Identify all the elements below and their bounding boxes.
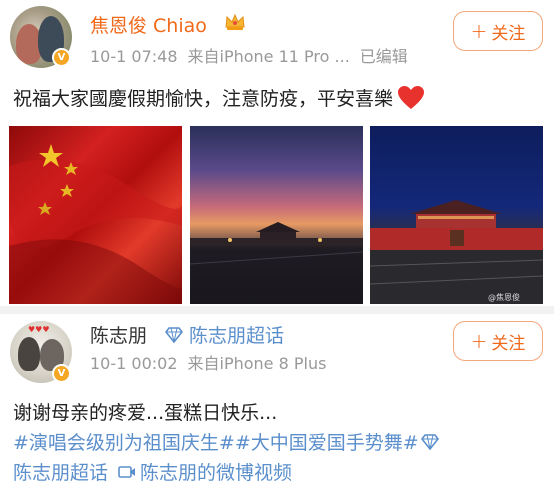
hashtag-links[interactable]: #演唱会级别为祖国庆生##大中国爱国手势舞#: [13, 428, 419, 455]
crown-icon: [225, 13, 245, 30]
verified-badge-icon: V: [52, 48, 71, 67]
post-meta: 10-1 00:02 来自iPhone 8 Plus: [90, 350, 336, 374]
post-meta: 10-1 07:48 来自iPhone 11 Pro ... 已编辑: [90, 43, 418, 67]
tiananmen-night-image[interactable]: @焦恩俊: [370, 126, 543, 304]
red-heart-icon: [398, 85, 425, 109]
post-text: 祝福大家國慶假期愉快，注意防疫，平安喜樂: [13, 84, 425, 111]
hashtag-line: #演唱会级别为祖国庆生##大中国爱国手势舞#: [13, 428, 439, 455]
follow-button[interactable]: + 关注: [453, 321, 543, 361]
video-icon: [118, 465, 136, 478]
post-source: 来自iPhone 8 Plus: [187, 354, 327, 373]
supertopic-label: 陈志朋超话: [189, 325, 285, 347]
author-name[interactable]: 焦恩俊 Chiao: [90, 11, 207, 38]
diamond-icon: [420, 433, 439, 450]
post-time: 10-1 00:02: [90, 354, 178, 373]
plus-icon: +: [470, 19, 488, 43]
follow-label: 关注: [491, 23, 526, 44]
edited-label: 已编辑: [359, 47, 408, 66]
post-text: 谢谢母亲的疼爱...蛋糕日快乐...: [13, 402, 278, 424]
post-divider: [0, 306, 554, 314]
author-name[interactable]: 陈志朋: [90, 321, 147, 348]
link-line: 陈志朋超话 陈志朋的微博视频: [13, 458, 292, 485]
plus-icon: +: [470, 329, 488, 353]
post-source: 来自iPhone 11 Pro ...: [187, 47, 350, 66]
post-text-content: 祝福大家國慶假期愉快，注意防疫，平安喜樂: [13, 88, 394, 110]
weibo-post-1: V 焦恩俊 Chiao 10-1 07:48 来自iPhone 11 Pro ..…: [0, 0, 554, 306]
video-link[interactable]: 陈志朋的微博视频: [140, 458, 292, 485]
verified-badge-icon: V: [52, 364, 71, 383]
supertopic-link-inline[interactable]: 陈志朋超话: [13, 458, 108, 485]
flag-image[interactable]: [9, 126, 182, 304]
sunset-tiananmen-image[interactable]: [190, 126, 363, 304]
post-time: 10-1 07:48: [90, 47, 178, 66]
weibo-post-2: ♥♥♥ V 陈志朋 陈志朋超话 10-1 00:02 来自iPhone 8 Plu…: [0, 314, 554, 491]
diamond-icon: [165, 326, 183, 343]
supertopic-link[interactable]: 陈志朋超话: [165, 321, 284, 348]
follow-label: 关注: [491, 333, 526, 354]
follow-button[interactable]: + 关注: [453, 11, 543, 51]
image-watermark: @焦恩俊: [488, 292, 520, 302]
